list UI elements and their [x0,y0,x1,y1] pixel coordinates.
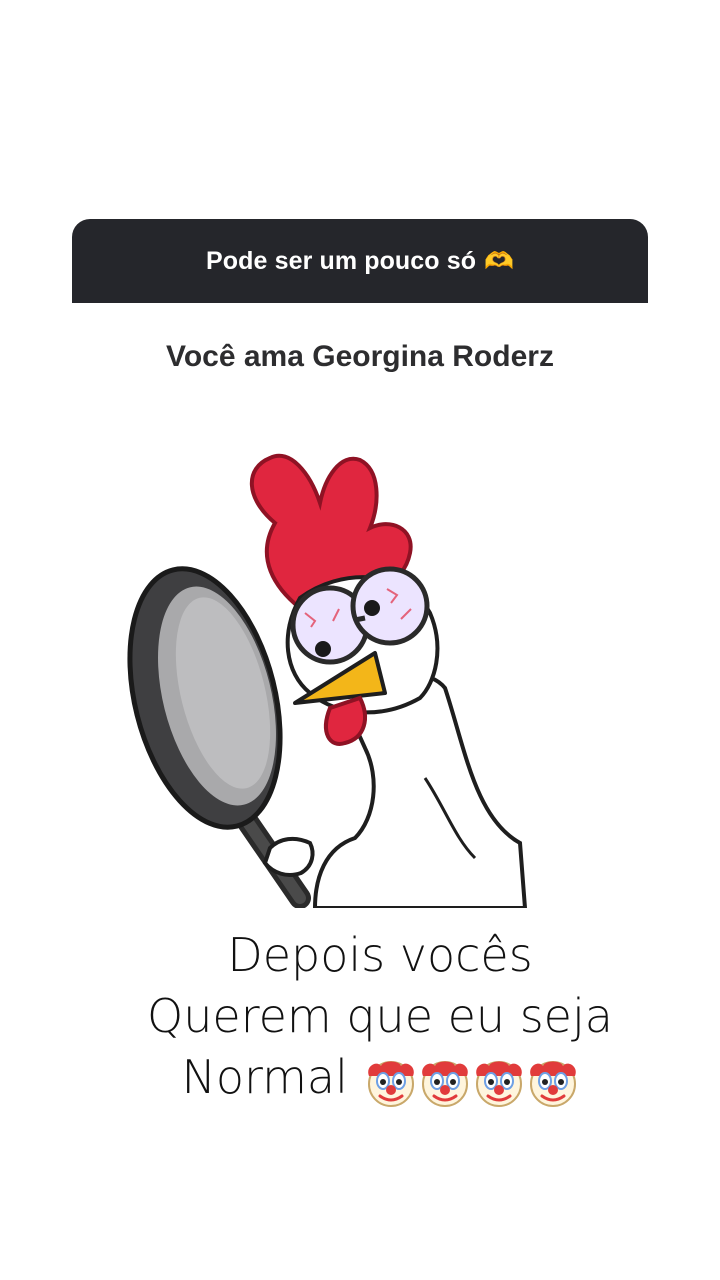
rooster-sticker [127,453,528,908]
question-text: Pode ser um pouco só [206,246,477,275]
heart-hands-icon: 🫶 [484,247,514,275]
caption-line-3-text: Normal [181,1050,348,1104]
answer-text: Você ama Georgina Roderz [166,340,554,373]
clown-face-emoji-row [363,1050,579,1111]
clown-face-icon [367,1060,414,1107]
caption-text: Depois vocês Querem que eu seja Normal [120,925,640,1111]
clown-face-icon [529,1060,576,1107]
question-sticker[interactable]: Pode ser um pouco só 🫶 [72,219,648,303]
caption-line-2: Querem que eu seja [147,989,613,1043]
clown-face-icon [421,1060,468,1107]
clown-face-icon [475,1060,522,1107]
story-canvas: Pode ser um pouco só 🫶 Você ama Georgina… [0,0,720,1280]
caption-line-3: Normal [120,1047,640,1111]
caption-line-1: Depois vocês [227,928,533,982]
